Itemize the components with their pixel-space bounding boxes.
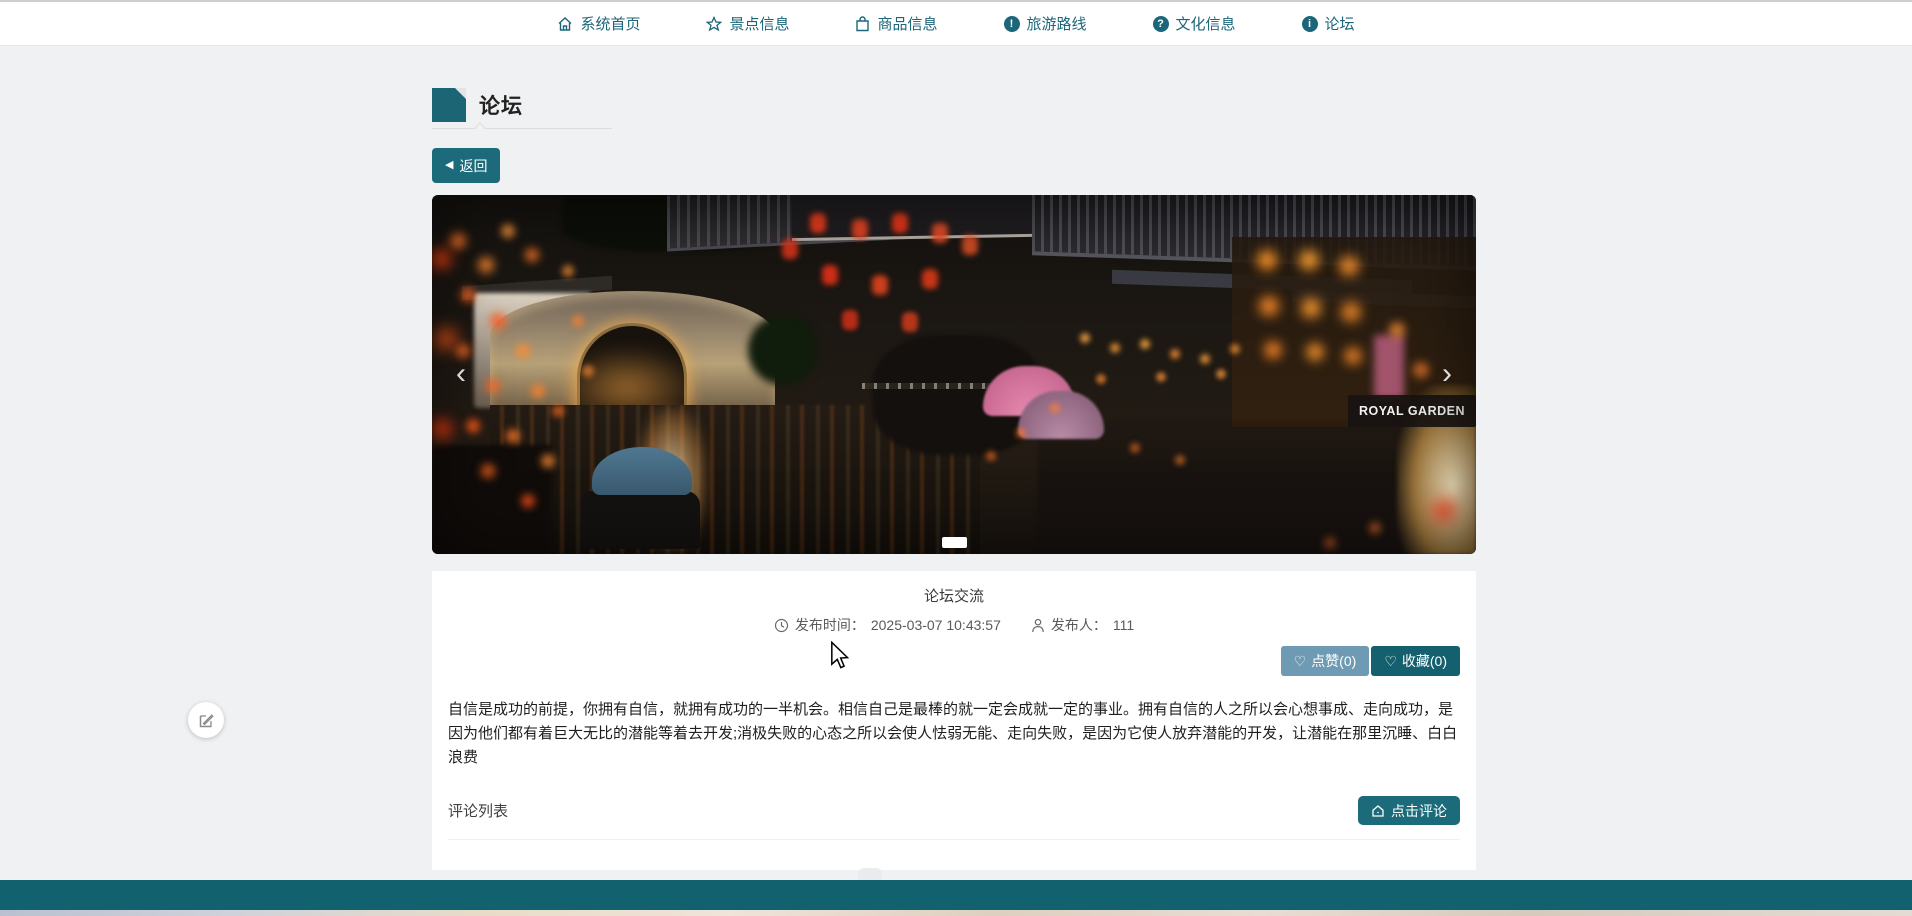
carousel-prev-button[interactable]: ‹ xyxy=(446,357,476,393)
carousel-lanterns xyxy=(432,195,438,201)
info-circle-icon: i xyxy=(1301,15,1318,32)
like-button[interactable]: ♡ 点赞(0) xyxy=(1280,646,1370,676)
clock-icon xyxy=(774,618,788,632)
carousel-crowd xyxy=(1038,420,1418,554)
nav-item-label: 景点信息 xyxy=(729,16,790,33)
carousel-rooftop xyxy=(792,195,1032,242)
carousel-next-button[interactable]: › xyxy=(1432,357,1462,393)
favorite-button-label: 收藏(0) xyxy=(1401,653,1447,669)
publisher-value: 111 xyxy=(1112,617,1135,633)
underline-line xyxy=(432,128,612,129)
main-content: 论坛 ◀ 返回 ROYAL GARDEN ‹ › 论坛交流 发布时间： 2025… xyxy=(432,46,1476,870)
post-actions: ♡ 点赞(0) ♡ 收藏(0) xyxy=(448,646,1460,676)
nav-item-label: 旅游路线 xyxy=(1026,16,1087,33)
comment-house-icon xyxy=(1372,804,1384,817)
heart-icon: ♡ xyxy=(1384,652,1397,669)
back-button-label: 返回 xyxy=(459,157,488,174)
home-icon xyxy=(558,16,572,31)
card-divider xyxy=(448,839,1460,840)
nav-item-forum[interactable]: i 论坛 xyxy=(1301,13,1355,34)
nav-item-culture[interactable]: ? 文化信息 xyxy=(1152,13,1236,34)
nav-items: 系统首页 景点信息 商品信息 ! 旅游路线 ? 文化信息 i 论坛 xyxy=(557,13,1355,34)
carousel-foliage xyxy=(748,315,818,385)
post-title: 论坛交流 xyxy=(923,588,984,605)
bag-icon xyxy=(856,15,870,31)
publish-time-label: 发布时间： xyxy=(794,617,865,633)
comments-header-row: 评论列表 点击评论 xyxy=(448,796,1460,825)
star-icon xyxy=(706,15,723,31)
comment-button[interactable]: 点击评论 xyxy=(1358,796,1460,825)
nav-item-label: 系统首页 xyxy=(580,16,641,33)
carousel-crowd xyxy=(432,445,552,554)
back-arrow-icon: ◀ xyxy=(445,159,454,171)
page-title-icon xyxy=(432,88,466,122)
favorite-button[interactable]: ♡ 收藏(0) xyxy=(1371,646,1460,676)
user-icon xyxy=(1032,618,1044,632)
nav-item-home[interactable]: 系统首页 xyxy=(557,13,640,34)
top-navbar: 系统首页 景点信息 商品信息 ! 旅游路线 ? 文化信息 i 论坛 xyxy=(0,2,1912,46)
carousel-indicator[interactable] xyxy=(942,537,967,548)
question-circle-icon: ? xyxy=(1152,15,1169,32)
publish-time-value: 2025-03-07 10:43:57 xyxy=(870,617,1001,633)
title-underline xyxy=(432,122,612,134)
exclamation-circle-icon: ! xyxy=(1003,15,1020,32)
comments-list-label: 评论列表 xyxy=(448,803,509,820)
back-button[interactable]: ◀ 返回 xyxy=(432,148,501,183)
nav-item-label: 论坛 xyxy=(1324,16,1355,33)
nav-item-routes[interactable]: ! 旅游路线 xyxy=(1003,13,1087,34)
page-title-row: 论坛 xyxy=(432,88,1476,122)
heart-icon: ♡ xyxy=(1293,652,1307,669)
post-meta: 发布时间： 2025-03-07 10:43:57 发布人： 111 xyxy=(448,615,1460,635)
post-card: 论坛交流 发布时间： 2025-03-07 10:43:57 发布人： 111 … xyxy=(432,571,1476,870)
carousel-vertical-sign xyxy=(1374,335,1404,399)
page-footer xyxy=(0,880,1912,910)
bottom-edge-strip xyxy=(0,910,1912,916)
like-button-label: 点赞(0) xyxy=(1311,653,1357,669)
comment-button-label: 点击评论 xyxy=(1391,802,1447,819)
floating-edit-button[interactable] xyxy=(188,702,224,738)
carousel-sign-royal-garden: ROYAL GARDEN xyxy=(1348,395,1476,427)
nav-item-products[interactable]: 商品信息 xyxy=(855,13,938,34)
nav-item-label: 商品信息 xyxy=(877,16,938,33)
publisher-label: 发布人： xyxy=(1050,617,1107,633)
nav-item-scenic[interactable]: 景点信息 xyxy=(706,13,789,34)
underline-notch xyxy=(474,122,486,134)
post-image-carousel: ROYAL GARDEN ‹ › xyxy=(432,195,1476,554)
edit-icon xyxy=(199,713,214,727)
carousel-boat xyxy=(582,491,700,549)
page-title: 论坛 xyxy=(479,95,523,118)
post-content: 自信是成功的前提，你拥有自信，就拥有成功的一半机会。相信自己是最棒的就一定会成就… xyxy=(448,701,1458,766)
nav-item-label: 文化信息 xyxy=(1175,16,1236,33)
